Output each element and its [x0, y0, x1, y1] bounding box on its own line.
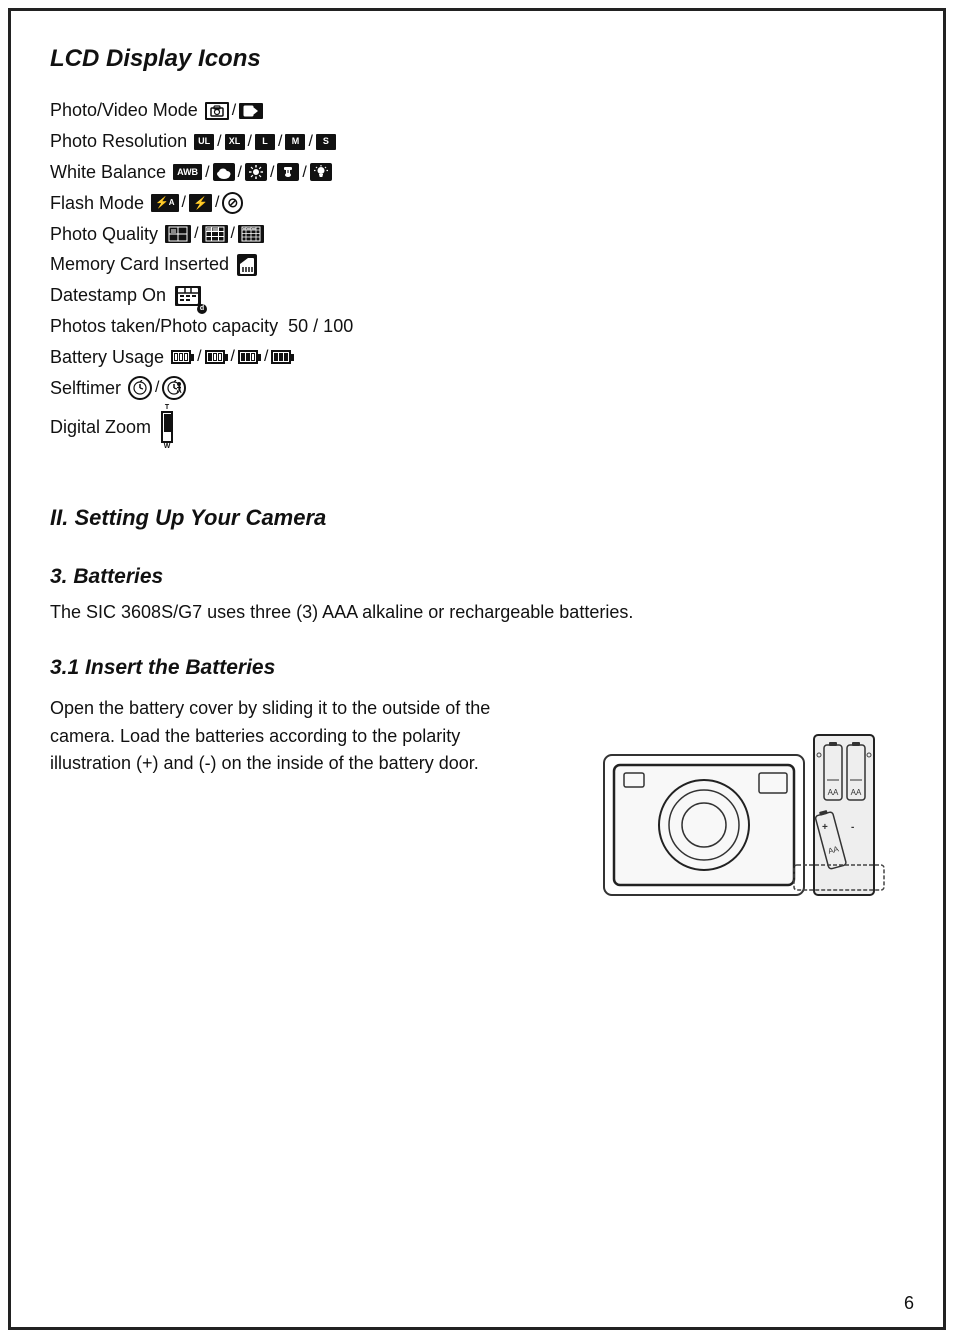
video-icon: [239, 103, 263, 119]
battery-empty-icon: [171, 350, 194, 364]
battery-low-icon: [205, 350, 228, 364]
svg-text:AA: AA: [851, 788, 862, 797]
separator: /: [238, 160, 242, 186]
svg-text:-: -: [851, 822, 854, 833]
flash-auto-icon: ⚡A: [151, 194, 178, 212]
separator: /: [308, 129, 312, 155]
item-label: White Balance: [50, 158, 166, 187]
separator: /: [215, 190, 219, 216]
res-s-icon: S: [316, 134, 336, 150]
item-label: Digital Zoom: [50, 413, 151, 442]
section4-content: Open the battery cover by sliding it to …: [50, 695, 904, 984]
separator: /: [194, 221, 198, 247]
section2-title: II. Setting Up Your Camera: [50, 500, 904, 535]
quality-low-icon: [238, 225, 264, 243]
list-item: Flash Mode ⚡A / ⚡ / ⊘: [50, 189, 904, 218]
res-m-icon: M: [285, 134, 305, 150]
flash-on-icon: ⚡: [189, 194, 212, 212]
res-xl-icon: XL: [225, 134, 245, 150]
list-item: Photo Quality / /: [50, 220, 904, 249]
section3-body: The SIC 3608S/G7 uses three (3) AAA alka…: [50, 599, 904, 627]
item-label: Photos taken/Photo capacity: [50, 312, 278, 341]
separator: /: [248, 129, 252, 155]
separator: /: [217, 129, 221, 155]
datestamp-icon-wrap: d: [174, 281, 202, 310]
wb-auto-icon: AWB: [173, 164, 202, 180]
battery-full-icon: [271, 350, 294, 364]
list-item: Datestamp On d: [50, 281, 904, 310]
list-item: White Balance AWB / /: [50, 158, 904, 187]
item-label: Memory Card Inserted: [50, 250, 229, 279]
wb-incandescent-icon: [310, 163, 332, 181]
item-label: Photo Quality: [50, 220, 158, 249]
camera-image: AA AA AA + -: [564, 695, 904, 984]
quality-med-icon: [202, 225, 228, 243]
item-label: Photo/Video Mode: [50, 96, 198, 125]
camera-illustration: AA AA AA + -: [564, 695, 904, 975]
item-label: Selftimer: [50, 374, 121, 403]
separator: /: [302, 160, 306, 186]
svg-text:+: +: [822, 822, 828, 833]
section4-text: Open the battery cover by sliding it to …: [50, 695, 544, 789]
list-item: Memory Card Inserted: [50, 250, 904, 279]
list-item: Photos taken/Photo capacity 50 / 100: [50, 312, 904, 341]
section1-title: LCD Display Icons: [50, 40, 904, 78]
list-item: Photo Resolution UL / XL / L / M / S: [50, 127, 904, 156]
res-l-icon: L: [255, 134, 275, 150]
item-label: Photo Resolution: [50, 127, 187, 156]
svg-text:AA: AA: [828, 788, 839, 797]
wb-fluor-icon: [277, 163, 299, 181]
item-label: Datestamp On: [50, 281, 166, 310]
datestamp-dot: d: [197, 304, 207, 314]
separator: /: [205, 160, 209, 186]
separator: /: [182, 190, 186, 216]
section3-title: 3. Batteries: [50, 560, 904, 594]
list-item: Selftimer /: [50, 374, 904, 403]
battery-med-icon: [238, 350, 261, 364]
selftimer-icon2: [162, 376, 186, 400]
separator: /: [231, 221, 235, 247]
photo-capacity-value: 50 / 100: [288, 312, 353, 341]
section4-title: 3.1 Insert the Batteries: [50, 651, 904, 685]
page-number: 6: [904, 1289, 914, 1318]
separator: /: [232, 98, 236, 124]
flash-off-icon: ⊘: [222, 192, 243, 214]
item-label: Flash Mode: [50, 189, 144, 218]
list-item: Battery Usage / /: [50, 343, 904, 372]
memory-card-icon: [237, 254, 257, 276]
wb-cloud-icon: [213, 163, 235, 181]
selftimer-icon1: [128, 376, 152, 400]
separator: /: [278, 129, 282, 155]
digital-zoom-icon: T W: [161, 404, 173, 450]
res-ul-icon: UL: [194, 134, 214, 150]
quality-high-icon: [165, 225, 191, 243]
list-item: Digital Zoom T W: [50, 404, 904, 450]
datestamp-icon: [175, 286, 201, 306]
separator: /: [270, 160, 274, 186]
icon-list: Photo/Video Mode / Photo Resolution UL /…: [50, 96, 904, 450]
wb-sun-icon: [245, 163, 267, 181]
camera-icon: [205, 102, 229, 120]
item-label: Battery Usage: [50, 343, 164, 372]
list-item: Photo/Video Mode /: [50, 96, 904, 125]
section4-body: Open the battery cover by sliding it to …: [50, 695, 544, 779]
